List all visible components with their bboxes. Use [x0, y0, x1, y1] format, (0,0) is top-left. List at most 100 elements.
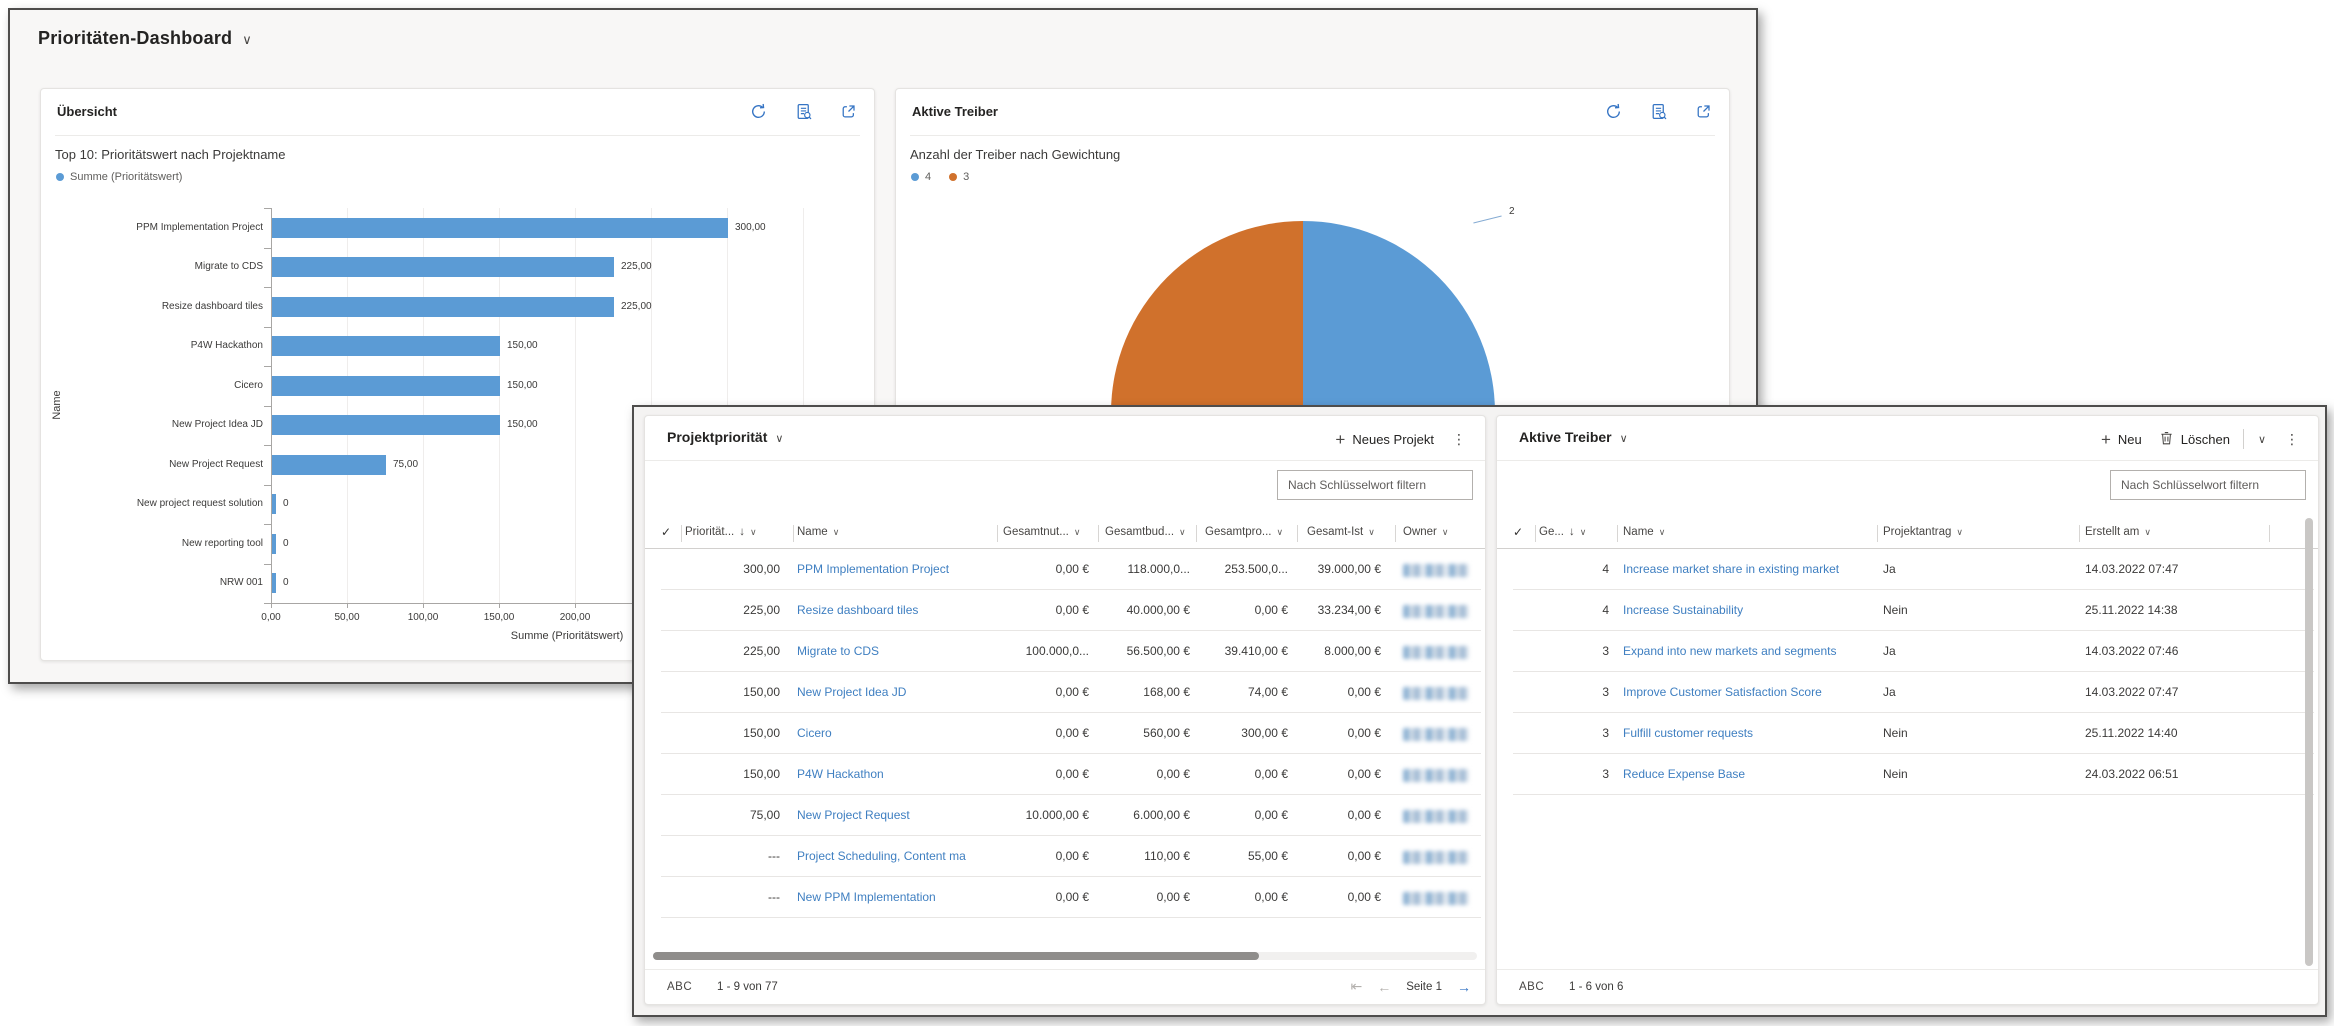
keyword-filter-input[interactable] [1277, 470, 1473, 500]
cell-name[interactable]: Reduce Expense Base [1623, 767, 1875, 781]
bar-value-label: 150,00 [507, 419, 538, 431]
column-header-erstellt_am[interactable]: Erstellt am ∨ [2085, 526, 2151, 538]
bar[interactable] [272, 217, 728, 238]
column-header-gesamtnutzen[interactable]: Gesamtnut... ∨ [1003, 526, 1080, 538]
cell-name[interactable]: Improve Customer Satisfaction Score [1623, 685, 1875, 699]
bar[interactable] [272, 257, 614, 278]
cell-gewichtung: 3 [1602, 767, 1609, 781]
table-row[interactable]: 150,00 Cicero 0,00 € 560,00 € 300,00 € 0,00 € [645, 713, 1485, 754]
cell-name[interactable]: PPM Implementation Project [797, 562, 995, 576]
jump-bar-button[interactable]: ABC [667, 981, 692, 993]
cell-gesamtbudget: 110,00 € [1144, 849, 1190, 863]
bar[interactable] [272, 415, 500, 436]
next-page-icon[interactable]: → [1457, 979, 1471, 995]
cell-name[interactable]: Migrate to CDS [797, 644, 995, 658]
column-divider [2079, 525, 2080, 542]
column-header-owner[interactable]: Owner ∨ [1403, 526, 1448, 538]
table-row[interactable]: 150,00 P4W Hackathon 0,00 € 0,00 € 0,00 € 0,0… [645, 754, 1485, 795]
cell-name[interactable]: New Project Request [797, 808, 995, 822]
table-row[interactable]: 3 Improve Customer Satisfaction Score Ja 14… [1497, 672, 2318, 713]
chevron-down-icon: ∨ [832, 527, 840, 537]
table-row[interactable]: 3 Fulfill customer requests Nein 25.11.2022… [1497, 713, 2318, 754]
cell-name[interactable]: Expand into new markets and segments [1623, 644, 1875, 658]
column-header-gesamtbudget[interactable]: Gesamtbud... ∨ [1105, 526, 1186, 538]
cell-name[interactable]: Increase market share in existing market [1623, 562, 1875, 576]
cell-name[interactable]: P4W Hackathon [797, 767, 995, 781]
table-row[interactable]: --- Project Scheduling, Content ma 0,00 € 1… [645, 836, 1485, 877]
legend-dot [911, 173, 919, 181]
delete-button[interactable]: Löschen [2155, 428, 2234, 451]
table-row[interactable]: 300,00 PPM Implementation Project 0,00 € 11… [645, 549, 1485, 590]
cell-prio: 150,00 [743, 767, 780, 781]
cell-name[interactable]: Resize dashboard tiles [797, 603, 995, 617]
table-row[interactable]: 75,00 New Project Request 10.000,00 € 6.000… [645, 795, 1485, 836]
column-header-prio[interactable]: Priorität... ↓ ∨ [685, 526, 757, 538]
cell-erstellt_am: 24.03.2022 06:51 [2085, 767, 2179, 781]
bar[interactable] [272, 494, 276, 515]
bar[interactable] [272, 336, 500, 357]
cell-gewichtung: 3 [1602, 644, 1609, 658]
vertical-scrollbar[interactable] [2305, 518, 2313, 966]
expand-icon[interactable] [1694, 102, 1713, 121]
table-row[interactable]: 3 Reduce Expense Base Nein 24.03.2022 06:51 [1497, 754, 2318, 795]
table-row[interactable]: 225,00 Migrate to CDS 100.000,0... 56.500,0… [645, 631, 1485, 672]
bar[interactable] [272, 296, 614, 317]
cell-gesamt_ist: 0,00 € [1347, 849, 1381, 863]
drivers-grid-column-headers: ✓ Ge... ↓ ∨ Name ∨ Projektantrag ∨ Erstellt am ∨ [1497, 518, 2318, 549]
bar[interactable] [272, 454, 386, 475]
bar-value-label: 225,00 [621, 300, 652, 312]
column-header-name[interactable]: Name ∨ [1623, 526, 1665, 538]
cell-erstellt_am: 25.11.2022 14:40 [2085, 726, 2178, 740]
select-all-checkbox[interactable]: ✓ [1513, 525, 1523, 539]
cell-erstellt_am: 14.03.2022 07:46 [2085, 644, 2179, 658]
cell-erstellt_am: 14.03.2022 07:47 [2085, 685, 2179, 699]
drivers-grid-view-selector[interactable]: Aktive Treiber ∨ [1519, 429, 1628, 445]
cell-gesamtprognose: 300,00 € [1241, 726, 1288, 740]
jump-bar-button[interactable]: ABC [1519, 981, 1544, 993]
view-records-icon[interactable] [1649, 102, 1668, 121]
cell-name[interactable]: Increase Sustainability [1623, 603, 1875, 617]
more-commands-button[interactable]: ⋮ [2280, 431, 2304, 448]
cell-name[interactable]: New Project Idea JD [797, 685, 995, 699]
bar[interactable] [272, 573, 276, 594]
column-header-name[interactable]: Name ∨ [797, 526, 839, 538]
trash-icon [2159, 430, 2174, 449]
table-row[interactable]: 225,00 Resize dashboard tiles 0,00 € 40.000… [645, 590, 1485, 631]
keyword-filter-input[interactable] [2110, 470, 2306, 500]
column-header-projektantrag[interactable]: Projektantrag ∨ [1883, 526, 1963, 538]
column-header-gewichtung[interactable]: Ge... ↓ ∨ [1539, 526, 1586, 538]
bar-value-label: 150,00 [507, 379, 538, 391]
horizontal-scrollbar[interactable] [653, 952, 1477, 960]
column-header-gesamt_ist[interactable]: Gesamt-Ist ∨ [1307, 526, 1375, 538]
table-row[interactable]: 4 Increase Sustainability Nein 25.11.2022 1… [1497, 590, 2318, 631]
table-row[interactable]: 150,00 New Project Idea JD 0,00 € 168,00 € 7… [645, 672, 1485, 713]
cell-name[interactable]: Cicero [797, 726, 995, 740]
new-project-button[interactable]: + Neues Projekt [1331, 429, 1438, 450]
column-header-gesamtprognose[interactable]: Gesamtpro... ∨ [1205, 526, 1283, 538]
table-row[interactable]: --- New PPM Implementation 0,00 € 0,00 € 0,0… [645, 877, 1485, 918]
cell-gesamt_ist: 33.234,00 € [1317, 603, 1381, 617]
plus-icon: + [2100, 429, 2111, 449]
table-row[interactable]: 4 Increase market share in existing marke… [1497, 549, 2318, 590]
bar-value-label: 0 [283, 577, 289, 589]
scrollbar-thumb[interactable] [653, 952, 1259, 960]
select-all-checkbox[interactable]: ✓ [661, 525, 671, 539]
new-button[interactable]: + Neu [2097, 429, 2146, 450]
refresh-icon[interactable] [1604, 102, 1623, 121]
cell-name[interactable]: Fulfill customer requests [1623, 726, 1875, 740]
table-row[interactable]: 3 Expand into new markets and segments Ja 1… [1497, 631, 2318, 672]
dashboard-title-selector[interactable]: Prioritäten-Dashboard ∨ [38, 28, 252, 49]
bar[interactable] [272, 375, 500, 396]
cell-gesamtbudget: 0,00 € [1156, 890, 1190, 904]
previous-page-icon[interactable]: ← [1377, 979, 1391, 995]
category-label: Resize dashboard tiles [161, 300, 263, 312]
cell-gesamtprognose: 0,00 € [1254, 890, 1288, 904]
cell-name[interactable]: Project Scheduling, Content ma [797, 849, 995, 863]
cell-name[interactable]: New PPM Implementation [797, 890, 995, 904]
bar[interactable] [272, 533, 276, 554]
first-page-icon[interactable]: ⇤ [1350, 978, 1362, 995]
split-button-chevron[interactable]: ∨ [2253, 433, 2271, 446]
project-grid-view-selector[interactable]: Projektpriorität ∨ [667, 429, 783, 445]
cell-projektantrag: Ja [1883, 562, 1896, 576]
more-commands-button[interactable]: ⋮ [1447, 431, 1471, 448]
